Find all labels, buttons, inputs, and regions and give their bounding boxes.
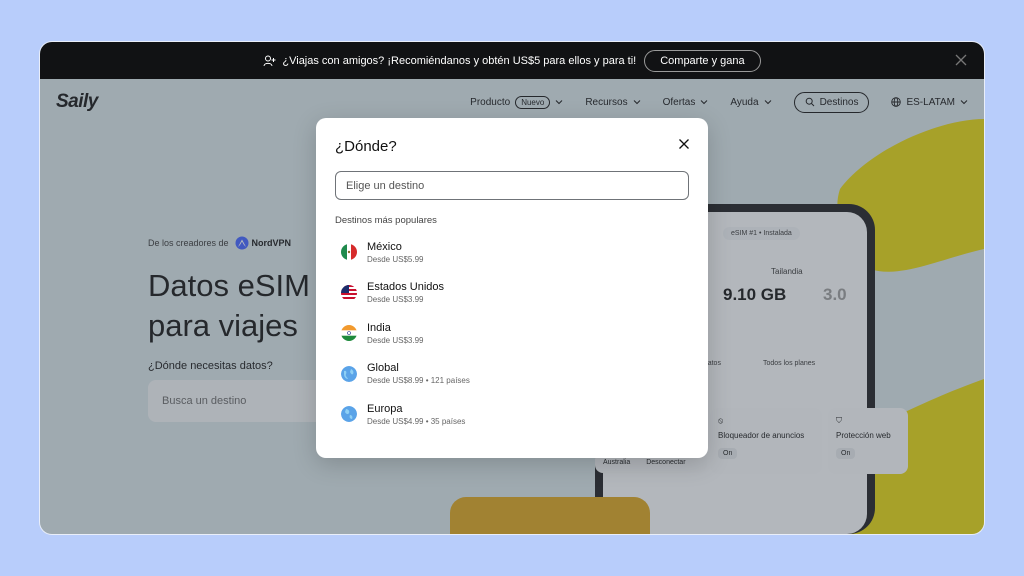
promo-message: ¿Viajas con amigos? ¡Recomiéndanos y obt… — [263, 55, 636, 67]
usa-flag-icon — [341, 284, 357, 301]
destination-item-global[interactable]: Global Desde US$8.99 • 121 países — [335, 354, 689, 395]
globe-icon — [341, 365, 357, 382]
close-icon[interactable] — [678, 138, 690, 150]
destination-name: India — [367, 321, 391, 334]
promo-text: ¿Viajas con amigos? ¡Recomiéndanos y obt… — [282, 54, 637, 67]
mexico-flag-icon — [341, 244, 357, 261]
close-icon[interactable] — [954, 53, 968, 67]
destination-price: Desde US$3.99 — [367, 335, 424, 345]
globe-icon — [341, 406, 357, 423]
destination-modal: ¿Dónde? Destinos más populares México De… — [316, 118, 708, 458]
destination-search-input[interactable] — [335, 171, 689, 200]
india-flag-icon — [341, 325, 357, 342]
browser-frame: ¿Viajas con amigos? ¡Recomiéndanos y obt… — [40, 42, 984, 534]
destination-list: México Desde US$5.99 Estados Unidos Desd… — [335, 232, 689, 435]
destination-name: México — [367, 240, 402, 253]
destination-name: Estados Unidos — [367, 281, 445, 294]
destination-item-usa[interactable]: Estados Unidos Desde US$3.99 — [335, 273, 689, 314]
destination-item-mexico[interactable]: México Desde US$5.99 — [335, 232, 689, 273]
modal-title: ¿Dónde? — [335, 138, 397, 155]
add-user-icon — [263, 55, 276, 66]
destination-price: Desde US$8.99 • 121 países — [367, 376, 470, 386]
promo-bar: ¿Viajas con amigos? ¡Recomiéndanos y obt… — [40, 42, 984, 79]
popular-label: Destinos más populares — [335, 215, 437, 226]
destination-price: Desde US$5.99 — [367, 254, 424, 264]
destination-price: Desde US$4.99 • 35 países — [367, 416, 466, 426]
destination-name: Global — [367, 362, 399, 375]
destination-price: Desde US$3.99 — [367, 295, 424, 305]
destination-name: Europa — [367, 402, 403, 415]
share-button[interactable]: Comparte y gana — [644, 49, 761, 72]
destination-item-europa[interactable]: Europa Desde US$4.99 • 35 países — [335, 394, 689, 435]
destination-item-india[interactable]: India Desde US$3.99 — [335, 313, 689, 354]
